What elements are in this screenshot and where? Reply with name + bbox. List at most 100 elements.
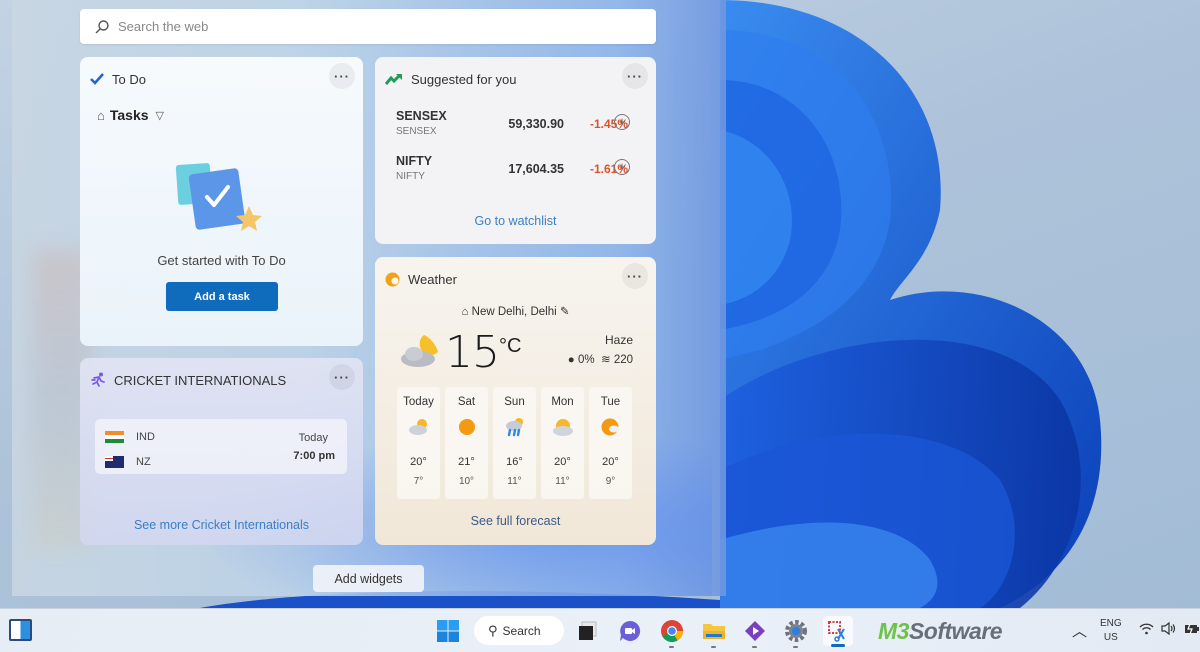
forecast-day-name: Sat [457, 396, 476, 408]
forecast-day-name: Sun [504, 396, 525, 408]
chat-icon [620, 620, 641, 641]
weather-app-icon [385, 272, 400, 286]
task-list-selector[interactable]: ⌂ Tasks ▽ [97, 107, 164, 123]
windows-logo-icon [437, 620, 459, 642]
match-card[interactable]: IND NZ Today 7:00 pm [95, 419, 347, 474]
stock-symbol: SENSEX [396, 109, 447, 123]
add-task-button[interactable]: Add a task [166, 282, 278, 311]
web-search-box[interactable] [80, 9, 656, 44]
todo-empty-message: Get started with To Do [157, 253, 286, 268]
match-day: Today [298, 432, 328, 444]
rain-showers-icon [506, 418, 523, 437]
forecast-low: 11° [507, 476, 522, 487]
taskbar: ⚲ Search M3Software ︿ ENG US [0, 608, 1200, 652]
add-widgets-button[interactable]: Add widgets [313, 565, 424, 592]
mostly-sunny-icon [601, 418, 619, 436]
more-options-button[interactable]: ··· [329, 364, 355, 390]
todo-illustration [175, 163, 262, 231]
taskbar-search-label: Search [502, 623, 541, 638]
see-more-cricket-link[interactable]: See more Cricket Internationals [80, 518, 363, 532]
team-row: NZ [105, 456, 151, 468]
active-indicator [831, 644, 845, 647]
show-hidden-icons-chevron-up-icon[interactable]: ︿ [1072, 620, 1087, 641]
teams-chat-button[interactable] [615, 616, 645, 646]
stock-row[interactable]: NIFTY NIFTY 17,604.35 -1.61% + [396, 154, 642, 188]
weather-location[interactable]: ⌂ New Delhi, Delhi ✎ [375, 304, 656, 318]
forecast-low: 7° [413, 476, 424, 487]
edit-pencil-icon[interactable]: ✎ [560, 306, 570, 318]
stocks-widget: Suggested for you ··· SENSEX SENSEX 59,3… [375, 57, 656, 244]
task-view-icon [579, 621, 597, 640]
forecast-day[interactable]: Mon 20° 11° [541, 387, 584, 499]
m3-software-watermark: M3Software [878, 618, 1003, 645]
stock-price: 59,330.90 [508, 117, 564, 131]
chevron-down-icon: ▽ [155, 109, 164, 122]
daily-forecast: Today 20° 7° Sat 21° 10° Sun 16° 11° Mon… [397, 387, 632, 499]
settings-button[interactable] [781, 616, 811, 648]
forecast-day[interactable]: Tue 20° 9° [589, 387, 632, 499]
taskbar-search-button[interactable]: ⚲ Search [474, 616, 564, 645]
forecast-day[interactable]: Today 20° 7° [397, 387, 440, 499]
widget-title: CRICKET INTERNATIONALS [114, 372, 287, 388]
more-options-button[interactable]: ··· [329, 63, 355, 89]
wifi-icon[interactable] [1139, 622, 1154, 638]
location-name: New Delhi, Delhi [471, 306, 557, 318]
running-indicator [711, 646, 716, 648]
see-full-forecast-link[interactable]: See full forecast [375, 514, 656, 528]
region-code: US [1103, 632, 1118, 643]
add-to-watchlist-icon[interactable]: + [614, 114, 630, 130]
chrome-icon [661, 620, 683, 642]
widgets-taskbar-button[interactable] [9, 619, 32, 641]
folder-icon [703, 624, 725, 639]
more-options-button[interactable]: ··· [622, 263, 648, 289]
go-to-watchlist-link[interactable]: Go to watchlist [375, 214, 656, 228]
cloudy-night-icon [401, 335, 438, 367]
start-button[interactable] [433, 616, 463, 646]
gear-icon [785, 620, 807, 642]
search-icon: ⚲ [488, 622, 498, 638]
air-quality-icon: ≋ [600, 354, 611, 366]
forecast-day-name: Mon [551, 396, 574, 408]
team-name: IND [136, 431, 155, 443]
home-icon: ⌂ [461, 306, 469, 318]
watermark-software: Software [908, 618, 1003, 644]
forecast-high: 16° [506, 456, 523, 468]
stock-name: SENSEX [396, 126, 437, 137]
forecast-day[interactable]: Sun 16° 11° [493, 387, 536, 499]
chrome-button[interactable] [657, 616, 687, 648]
snipping-tool-button[interactable] [823, 616, 853, 647]
task-view-button[interactable] [573, 616, 603, 646]
stock-row[interactable]: SENSEX SENSEX 59,330.90 -1.45% + [396, 109, 642, 143]
watermark-m3: M3 [878, 618, 909, 644]
forecast-high: 20° [602, 456, 619, 468]
search-input[interactable] [118, 19, 618, 34]
match-time: 7:00 pm [293, 450, 335, 462]
language-code: ENG [1100, 618, 1122, 629]
temperature-unit[interactable]: °C [499, 335, 521, 358]
forecast-low: 10° [458, 476, 475, 487]
more-options-button[interactable]: ··· [622, 63, 648, 89]
widget-title: To Do [112, 71, 146, 87]
raindrop-icon: ● [567, 354, 575, 366]
battery-icon[interactable] [1184, 622, 1200, 638]
file-explorer-button[interactable] [699, 616, 729, 648]
forecast-day[interactable]: Sat 21° 10° [445, 387, 488, 499]
team-row: IND [105, 431, 155, 443]
snipping-tool-icon [828, 621, 845, 642]
partly-cloudy-icon [409, 419, 427, 435]
air-quality-value: 220 [613, 354, 633, 366]
stock-symbol: NIFTY [396, 154, 433, 168]
forecast-day-name: Today [403, 396, 434, 408]
volume-icon[interactable] [1161, 621, 1177, 638]
task-list-name: Tasks [109, 107, 149, 123]
todo-widget: To Do ··· ⌂ Tasks ▽ Get started with To … [80, 57, 363, 346]
add-to-watchlist-icon[interactable]: + [614, 159, 630, 175]
forecast-high: 20° [554, 456, 571, 468]
new-zealand-flag-icon [105, 456, 124, 468]
widget-title: Suggested for you [411, 71, 517, 87]
forecast-high: 20° [410, 456, 427, 468]
language-indicator[interactable]: ENG US [1100, 617, 1122, 645]
visual-studio-button[interactable] [740, 616, 770, 648]
weather-widget: Weather ··· ⌂ New Delhi, Delhi ✎ 15 °C H… [375, 257, 656, 545]
forecast-day-name: Tue [600, 396, 621, 408]
